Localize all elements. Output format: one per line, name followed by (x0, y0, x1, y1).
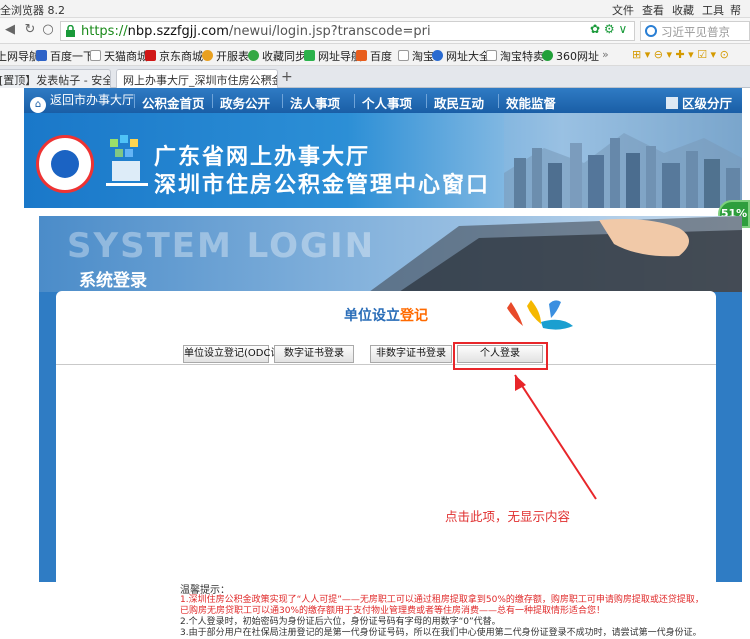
page-icon (90, 50, 101, 61)
nav-divider (282, 94, 283, 108)
nav-corporate-matters[interactable]: 法人事项 (290, 93, 340, 112)
panel-title: 单位设立登记 (344, 308, 428, 324)
game-icon (202, 50, 213, 61)
new-tab-icon[interactable]: + (281, 69, 293, 85)
colorful-swoosh-logo (507, 300, 573, 330)
bookmark-overflow-icon[interactable]: » (602, 48, 609, 61)
close-icon[interactable]: ✕ (264, 72, 273, 85)
home-icon: ⌂ (30, 97, 46, 113)
system-login-watermark: SYSTEM LOGIN (67, 226, 376, 266)
jd-icon (145, 50, 156, 61)
lock-icon (66, 25, 75, 37)
menu-favorites[interactable]: 收藏 (672, 2, 694, 18)
bookmark-item[interactable]: 上网导航 (0, 48, 40, 64)
bookmark-item[interactable]: 淘宝特卖 (486, 48, 544, 64)
stop-icon[interactable]: ○ (40, 22, 56, 38)
url-input[interactable]: https://nbp.szzfgjj.com/newui/login.jsp?… (60, 21, 635, 41)
bookmark-item[interactable]: 京东商城 (145, 48, 203, 64)
back-icon[interactable]: ◀ (2, 22, 18, 38)
tab-digital-cert-login[interactable]: 数字证书登录 (274, 345, 354, 363)
district-hall-link[interactable]: 区级分厅 (665, 93, 732, 112)
tab-non-digital-cert-login[interactable]: 非数字证书登录 (370, 345, 452, 363)
bookmark-item[interactable]: 淘宝 (398, 48, 434, 64)
browser-titlebar: 全浏览器 8.2 文件 查看 收藏 工具 帮助 (0, 0, 750, 33)
hao-icon (356, 50, 367, 61)
login-panel: 单位设立登记 单位设立登记(ODC设立) 数字证书登录 非数字证书登录 个人登录… (56, 291, 716, 638)
bookmark-item[interactable]: 网址大全 (432, 48, 490, 64)
sync-icon (248, 50, 259, 61)
page-tools-icons[interactable]: ✿ ⚙ ∨ (590, 22, 627, 36)
home-link[interactable]: ⌂ 返回市办事大厅 (30, 91, 134, 113)
tab-inactive[interactable]: [置顶】发表帖子 - 安全浏览 (0, 69, 111, 88)
bookmark-item[interactable]: 收藏同步 (248, 48, 306, 64)
nav-public-affairs[interactable]: 政务公开 (220, 93, 270, 112)
bookmark-item[interactable]: 开服表 (202, 48, 249, 64)
browser-app-title: 全浏览器 8.2 (0, 4, 65, 17)
tip-line: 2.个人登录时，初始密码为身份证后六位，身份证号码有字母的用数字“0”代替。 (180, 617, 501, 627)
page-icon (398, 50, 409, 61)
tip-line: 3.由于部分用户在社保局注册登记的是第一代身份证号码，所以在我们中心使用第二代身… (180, 628, 702, 638)
360-icon (542, 50, 553, 61)
tab-active[interactable]: 网上办事大厅_深圳市住房公积金 ✕ (116, 69, 278, 88)
tip-line: 已购房无房贷职工可以通30%的缴存额用于支付物业管理费或者等住房消费——总有一种… (180, 606, 606, 616)
login-section: SYSTEM LOGIN 系统登录 单位设立登记 单位设立登记(ODC设立) 数… (39, 216, 742, 638)
bookmark-item[interactable]: 360网址 (542, 48, 599, 64)
nav-gjj-home[interactable]: 公积金首页 (142, 93, 205, 112)
nav-divider (426, 94, 427, 108)
page-icon (486, 50, 497, 61)
k-icon (432, 50, 443, 61)
annotation-highlight-box (453, 342, 548, 370)
nav-divider (134, 94, 135, 108)
site-nav: ⌂ 返回市办事大厅 公积金首页 政务公开 法人事项 个人事项 政民互动 效能监督 … (24, 88, 742, 113)
housing-fund-logo (106, 135, 148, 186)
login-tabs: 单位设立登记(ODC设立) 数字证书登录 非数字证书登录 个人登录 (56, 343, 716, 365)
search-input[interactable]: 习近平见普京 (640, 21, 750, 41)
city-skyline-image (504, 113, 742, 208)
nav-divider (212, 94, 213, 108)
login-heading: 系统登录 (79, 271, 147, 291)
banner-title-line2: 深圳市住房公积金管理中心窗口 (154, 173, 491, 198)
menu-tools[interactable]: 工具 (702, 2, 724, 18)
bookmark-item[interactable]: 百度 (356, 48, 392, 64)
tips-title: 温馨提示： (180, 585, 230, 596)
extension-icons[interactable]: ⊞ ▾ ⊖ ▾ ✚ ▾ ☑ ▾ ⊙ (632, 48, 729, 61)
url-text: https://nbp.szzfgjj.com/newui/login.jsp?… (81, 24, 431, 39)
nav-personal-matters[interactable]: 个人事项 (362, 93, 412, 112)
bookmark-item[interactable]: 天猫商城 (90, 48, 148, 64)
tab-unit-registration[interactable]: 单位设立登记(ODC设立) (183, 345, 294, 363)
refresh-icon[interactable]: ↻ (22, 22, 38, 38)
menu-view[interactable]: 查看 (642, 2, 664, 18)
keyboard-banner-image: SYSTEM LOGIN 系统登录 (39, 216, 742, 292)
leaf-icon (304, 50, 315, 61)
nav-divider (498, 94, 499, 108)
nav-interaction[interactable]: 政民互动 (434, 93, 484, 112)
bookmark-item[interactable]: 网址导航 (304, 48, 362, 64)
bookmarks-bar: 上网导航 百度一下 天猫商城 京东商城 开服表 收藏同步 网址导航 百度 淘宝 … (0, 44, 750, 66)
menu-file[interactable]: 文件 (612, 2, 634, 18)
bookmark-item[interactable]: 百度一下 (36, 48, 94, 64)
guangdong-emblem-logo (36, 135, 94, 193)
tip-line: 1.深圳住房公积金政策实现了“人人可提”——无房职工可以通过租房提取拿到50%的… (180, 595, 704, 605)
site-banner: 广东省网上办事大厅 深圳市住房公积金管理中心窗口 (24, 113, 742, 208)
nav-supervision[interactable]: 效能监督 (506, 93, 556, 112)
address-bar: ◀ ↻ ○ https://nbp.szzfgjj.com/newui/logi… (0, 18, 750, 44)
building-icon (665, 97, 678, 109)
paw-icon (36, 50, 47, 61)
annotation-arrow (514, 374, 597, 500)
tab-bar: [置顶】发表帖子 - 安全浏览 网上办事大厅_深圳市住房公积金✕ + (0, 66, 750, 88)
annotation-text: 点击此项，无显示内容 (445, 509, 571, 524)
search-engine-icon (645, 25, 657, 37)
nav-divider (354, 94, 355, 108)
